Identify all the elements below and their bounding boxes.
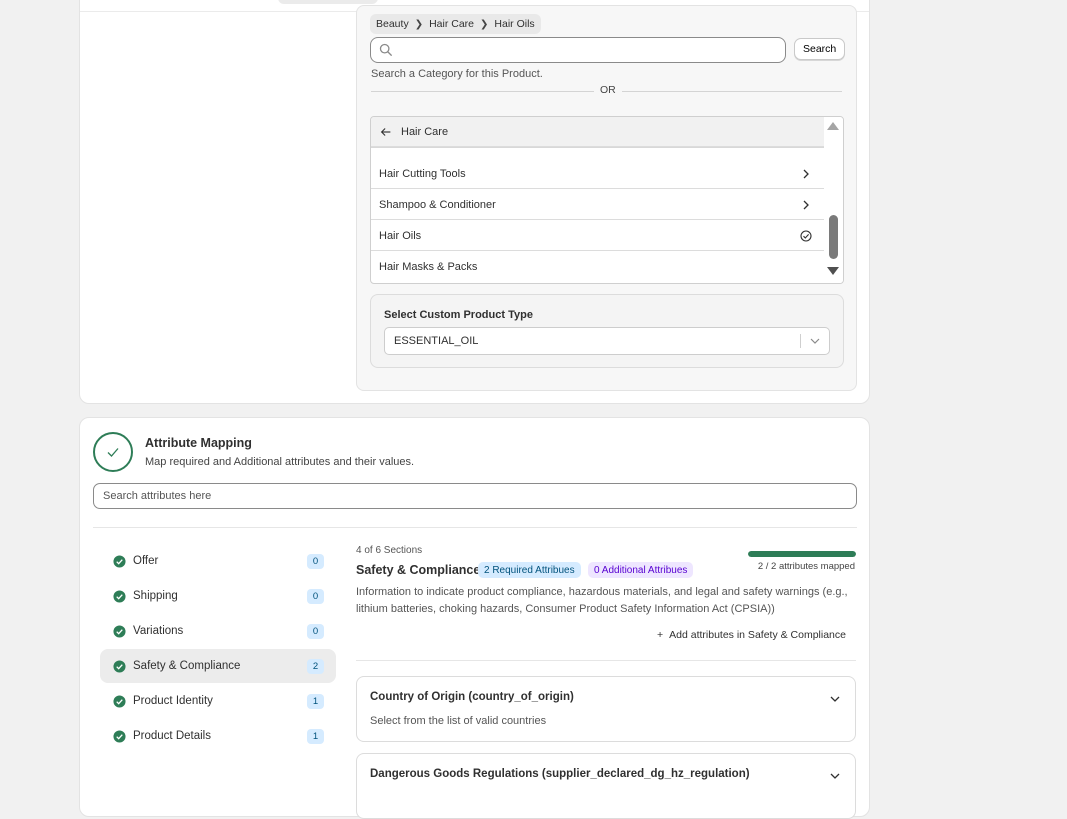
category-search-input[interactable]	[393, 39, 785, 61]
section-nav-count-badge: 1	[307, 693, 324, 709]
category-item-label: Hair Oils	[379, 229, 422, 242]
custom-product-type-box: Select Custom Product Type ESSENTIAL_OIL	[370, 294, 844, 368]
tab-indicator	[278, 0, 378, 4]
chevron-right-icon	[803, 169, 809, 178]
chevron-right-icon	[803, 200, 809, 209]
completed-step-icon	[93, 432, 133, 472]
mapping-progress-label: 2 / 2 attributes mapped	[757, 561, 855, 572]
chevron-down-icon[interactable]	[829, 693, 841, 705]
section-nav-count-badge: 0	[307, 623, 324, 639]
category-item-shampoo-conditioner[interactable]: Shampoo & Conditioner	[371, 190, 824, 220]
category-search-hint: Search a Category for this Product.	[371, 68, 543, 80]
section-description: Information to indicate product complian…	[356, 586, 848, 615]
category-item-hair-masks-packs[interactable]: Hair Masks & Packs	[371, 252, 824, 282]
category-panel: Beauty ❯ Hair Care ❯ Hair Oils Search Se…	[356, 5, 857, 391]
check-circle-filled-icon	[113, 729, 126, 743]
breadcrumb-item[interactable]: Hair Care	[429, 18, 474, 30]
select-separator	[800, 334, 801, 348]
category-item-hair-cutting-tools[interactable]: Hair Cutting Tools	[371, 159, 824, 189]
required-count-badge: 2 Required Attribues	[478, 562, 581, 578]
category-search-button[interactable]: Search	[794, 38, 846, 60]
category-item-label: Hair Cutting Tools	[379, 167, 466, 180]
custom-product-type-select[interactable]: ESSENTIAL_OIL	[384, 327, 830, 355]
check-circle-filled-icon	[113, 659, 126, 673]
section-nav-item[interactable]: Offer 0	[100, 544, 336, 578]
section-nav-label: Variations	[133, 625, 184, 637]
section-progress-text: 4 of 6 Sections	[356, 545, 423, 556]
section-nav-count-badge: 0	[307, 553, 324, 569]
or-label: OR	[594, 84, 622, 96]
category-item-hair-oils[interactable]: Hair Oils	[371, 221, 824, 251]
section-nav-count-badge: 2	[307, 658, 324, 674]
custom-product-type-value: ESSENTIAL_OIL	[394, 335, 479, 347]
category-item-label: Hair Masks & Packs	[379, 261, 478, 273]
section-nav-count-badge: 0	[307, 588, 324, 604]
add-attributes-label: Add attributes in Safety & Compliance	[669, 629, 846, 641]
section-nav-label: Shipping	[133, 590, 178, 602]
category-search-field[interactable]	[370, 37, 786, 63]
attribute-search-field[interactable]	[93, 483, 857, 509]
attribute-row-dangerous-goods[interactable]: Dangerous Goods Regulations (supplier_de…	[356, 753, 856, 819]
attribute-mapping-card: Attribute Mapping Map required and Addit…	[79, 417, 870, 819]
attribute-row-country-of-origin[interactable]: Country of Origin (country_of_origin) Se…	[356, 676, 856, 742]
section-nav-item[interactable]: Product Identity 1	[100, 684, 336, 718]
scroll-down-arrow-icon[interactable]	[827, 267, 839, 275]
add-attributes-button[interactable]: + Add attributes in Safety & Compliance	[657, 629, 846, 641]
chevron-down-icon[interactable]	[829, 770, 841, 782]
chevron-down-icon[interactable]	[809, 335, 821, 347]
check-circle-filled-icon	[113, 554, 126, 568]
category-list-scrollbar[interactable]	[825, 117, 843, 283]
additional-count-badge: 0 Additional Attribues	[588, 562, 694, 578]
list-item-partial[interactable]	[371, 129, 824, 147]
divider	[93, 527, 857, 528]
check-circle-icon	[800, 229, 812, 242]
check-circle-filled-icon	[113, 589, 126, 603]
attribute-name: Dangerous Goods Regulations (supplier_de…	[370, 768, 750, 780]
chevron-right-icon: ❯	[480, 18, 489, 30]
check-circle-filled-icon	[113, 624, 126, 638]
section-subtitle: Map required and Additional attributes a…	[145, 456, 415, 468]
custom-product-type-label: Select Custom Product Type	[384, 309, 533, 321]
scrollbar-thumb[interactable]	[829, 215, 838, 259]
divider	[356, 660, 856, 661]
section-nav-item[interactable]: Product Details 1	[100, 719, 336, 753]
section-nav-count-badge: 1	[307, 728, 324, 744]
section-nav-label: Offer	[133, 555, 159, 567]
chevron-right-icon: ❯	[414, 18, 424, 30]
section-nav-label: Product Identity	[133, 695, 213, 707]
detail-section-title: Safety & Compliance	[356, 563, 481, 577]
breadcrumb-item[interactable]: Hair Oils	[494, 18, 534, 30]
breadcrumb-item[interactable]: Beauty	[376, 18, 409, 30]
attribute-search-input[interactable]	[94, 489, 856, 503]
scroll-up-arrow-icon[interactable]	[827, 122, 839, 130]
category-list: Hair Care Hair Cutting Tools Shampoo & C…	[370, 116, 844, 284]
plus-icon: +	[657, 629, 664, 641]
checkmark-icon	[107, 448, 119, 457]
attribute-name: Country of Origin (country_of_origin)	[370, 691, 574, 703]
category-item-label: Shampoo & Conditioner	[379, 198, 496, 211]
section-nav-item[interactable]: Shipping 0	[100, 579, 336, 613]
section-nav-label: Safety & Compliance	[133, 660, 241, 672]
mapping-progress-fill	[748, 551, 856, 557]
section-nav-item[interactable]: Variations 0	[100, 614, 336, 648]
category-card: Beauty ❯ Hair Care ❯ Hair Oils Search Se…	[79, 0, 870, 404]
section-title: Attribute Mapping	[145, 436, 252, 450]
mapping-progress-bar	[748, 551, 856, 557]
attribute-hint: Select from the list of valid countries	[370, 715, 547, 727]
breadcrumb: Beauty ❯ Hair Care ❯ Hair Oils	[370, 14, 541, 34]
check-circle-filled-icon	[113, 694, 126, 708]
search-icon	[379, 43, 392, 56]
section-nav-label: Product Details	[133, 730, 211, 742]
section-nav-item[interactable]: Safety & Compliance 2	[100, 649, 336, 683]
